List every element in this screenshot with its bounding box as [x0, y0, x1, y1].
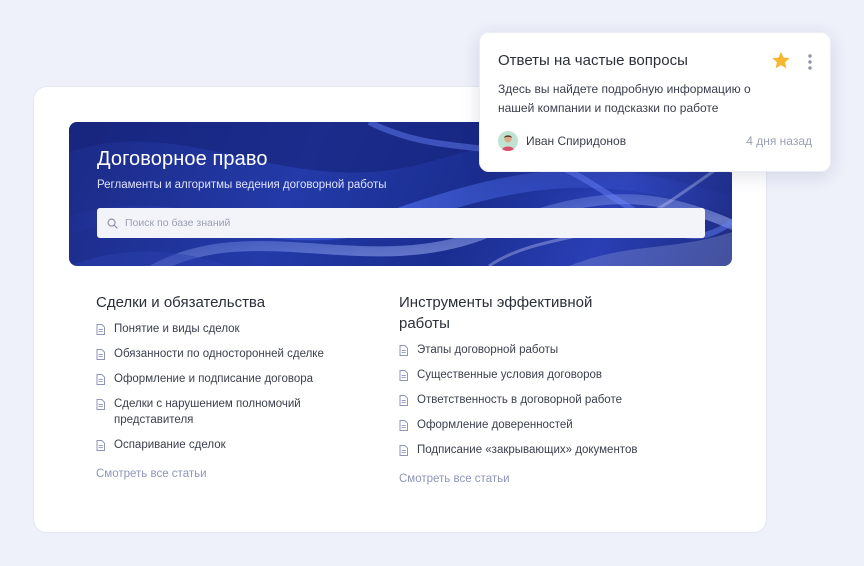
- more-vertical-icon[interactable]: [806, 53, 814, 71]
- section-title: Сделки и обязательства: [96, 294, 266, 311]
- document-icon: [96, 349, 105, 360]
- document-icon: [96, 324, 105, 335]
- star-icon[interactable]: [771, 51, 791, 70]
- search-icon: [107, 218, 118, 229]
- search-box[interactable]: [97, 208, 705, 238]
- article-title: Понятие и виды сделок: [114, 323, 240, 335]
- article-link[interactable]: Обязанности по односторонней сделке: [96, 346, 356, 362]
- timestamp: 4 дня назад: [746, 134, 812, 148]
- article-title: Существенные условия договоров: [417, 369, 603, 381]
- article-link[interactable]: Этапы договорной работы: [399, 342, 669, 358]
- article-link[interactable]: Оспаривание сделок: [96, 437, 356, 453]
- article-link[interactable]: Подписание «закрывающих» документов: [399, 442, 669, 458]
- article-link[interactable]: Оформление доверенностей: [399, 417, 669, 433]
- faq-card-description: Здесь вы найдете подробную информацию о …: [498, 82, 751, 115]
- article-link[interactable]: Понятие и виды сделок: [96, 321, 356, 337]
- article-link[interactable]: Сделки с нарушением полномочий представи…: [96, 396, 356, 428]
- avatar-image: [498, 131, 518, 151]
- article-title: Обязанности по односторонней сделке: [114, 348, 324, 360]
- article-title: Оспаривание сделок: [114, 439, 226, 451]
- search-input[interactable]: [125, 208, 685, 238]
- article-title: Этапы договорной работы: [417, 344, 559, 356]
- see-all-articles-link[interactable]: Смотреть все статьи: [96, 468, 207, 480]
- document-icon: [96, 399, 105, 410]
- author-name: Иван Спиридонов: [526, 134, 627, 148]
- article-link[interactable]: Существенные условия договоров: [399, 367, 669, 383]
- page-title: Договорное право: [97, 148, 268, 170]
- article-link[interactable]: Ответственность в договорной работе: [399, 392, 669, 408]
- document-icon: [399, 420, 408, 431]
- faq-card[interactable]: Ответы на частые вопросы Здесь вы найдет…: [479, 32, 831, 172]
- document-icon: [399, 395, 408, 406]
- section-deals: Сделки и обязательства Понятие и виды сд…: [96, 292, 356, 482]
- article-title: Подписание «закрывающих» документов: [417, 444, 638, 456]
- article-title: Оформление доверенностей: [417, 419, 573, 431]
- section-title: Инструменты эффективной работы: [399, 294, 593, 332]
- see-all-articles-link[interactable]: Смотреть все статьи: [399, 473, 510, 485]
- document-icon: [96, 374, 105, 385]
- article-title: Оформление и подписание договора: [114, 373, 314, 385]
- document-icon: [96, 440, 105, 451]
- article-link[interactable]: Оформление и подписание договора: [96, 371, 356, 387]
- avatar: [498, 131, 518, 151]
- page-subtitle: Регламенты и алгоритмы ведения договорно…: [97, 179, 387, 191]
- document-icon: [399, 345, 408, 356]
- article-title: Ответственность в договорной работе: [417, 394, 622, 406]
- section-tools: Инструменты эффективной работы Этапы дог…: [399, 292, 669, 487]
- article-title: Сделки с нарушением полномочий представи…: [114, 398, 301, 426]
- faq-card-title: Ответы на частые вопросы: [498, 52, 688, 69]
- document-icon: [399, 445, 408, 456]
- document-icon: [399, 370, 408, 381]
